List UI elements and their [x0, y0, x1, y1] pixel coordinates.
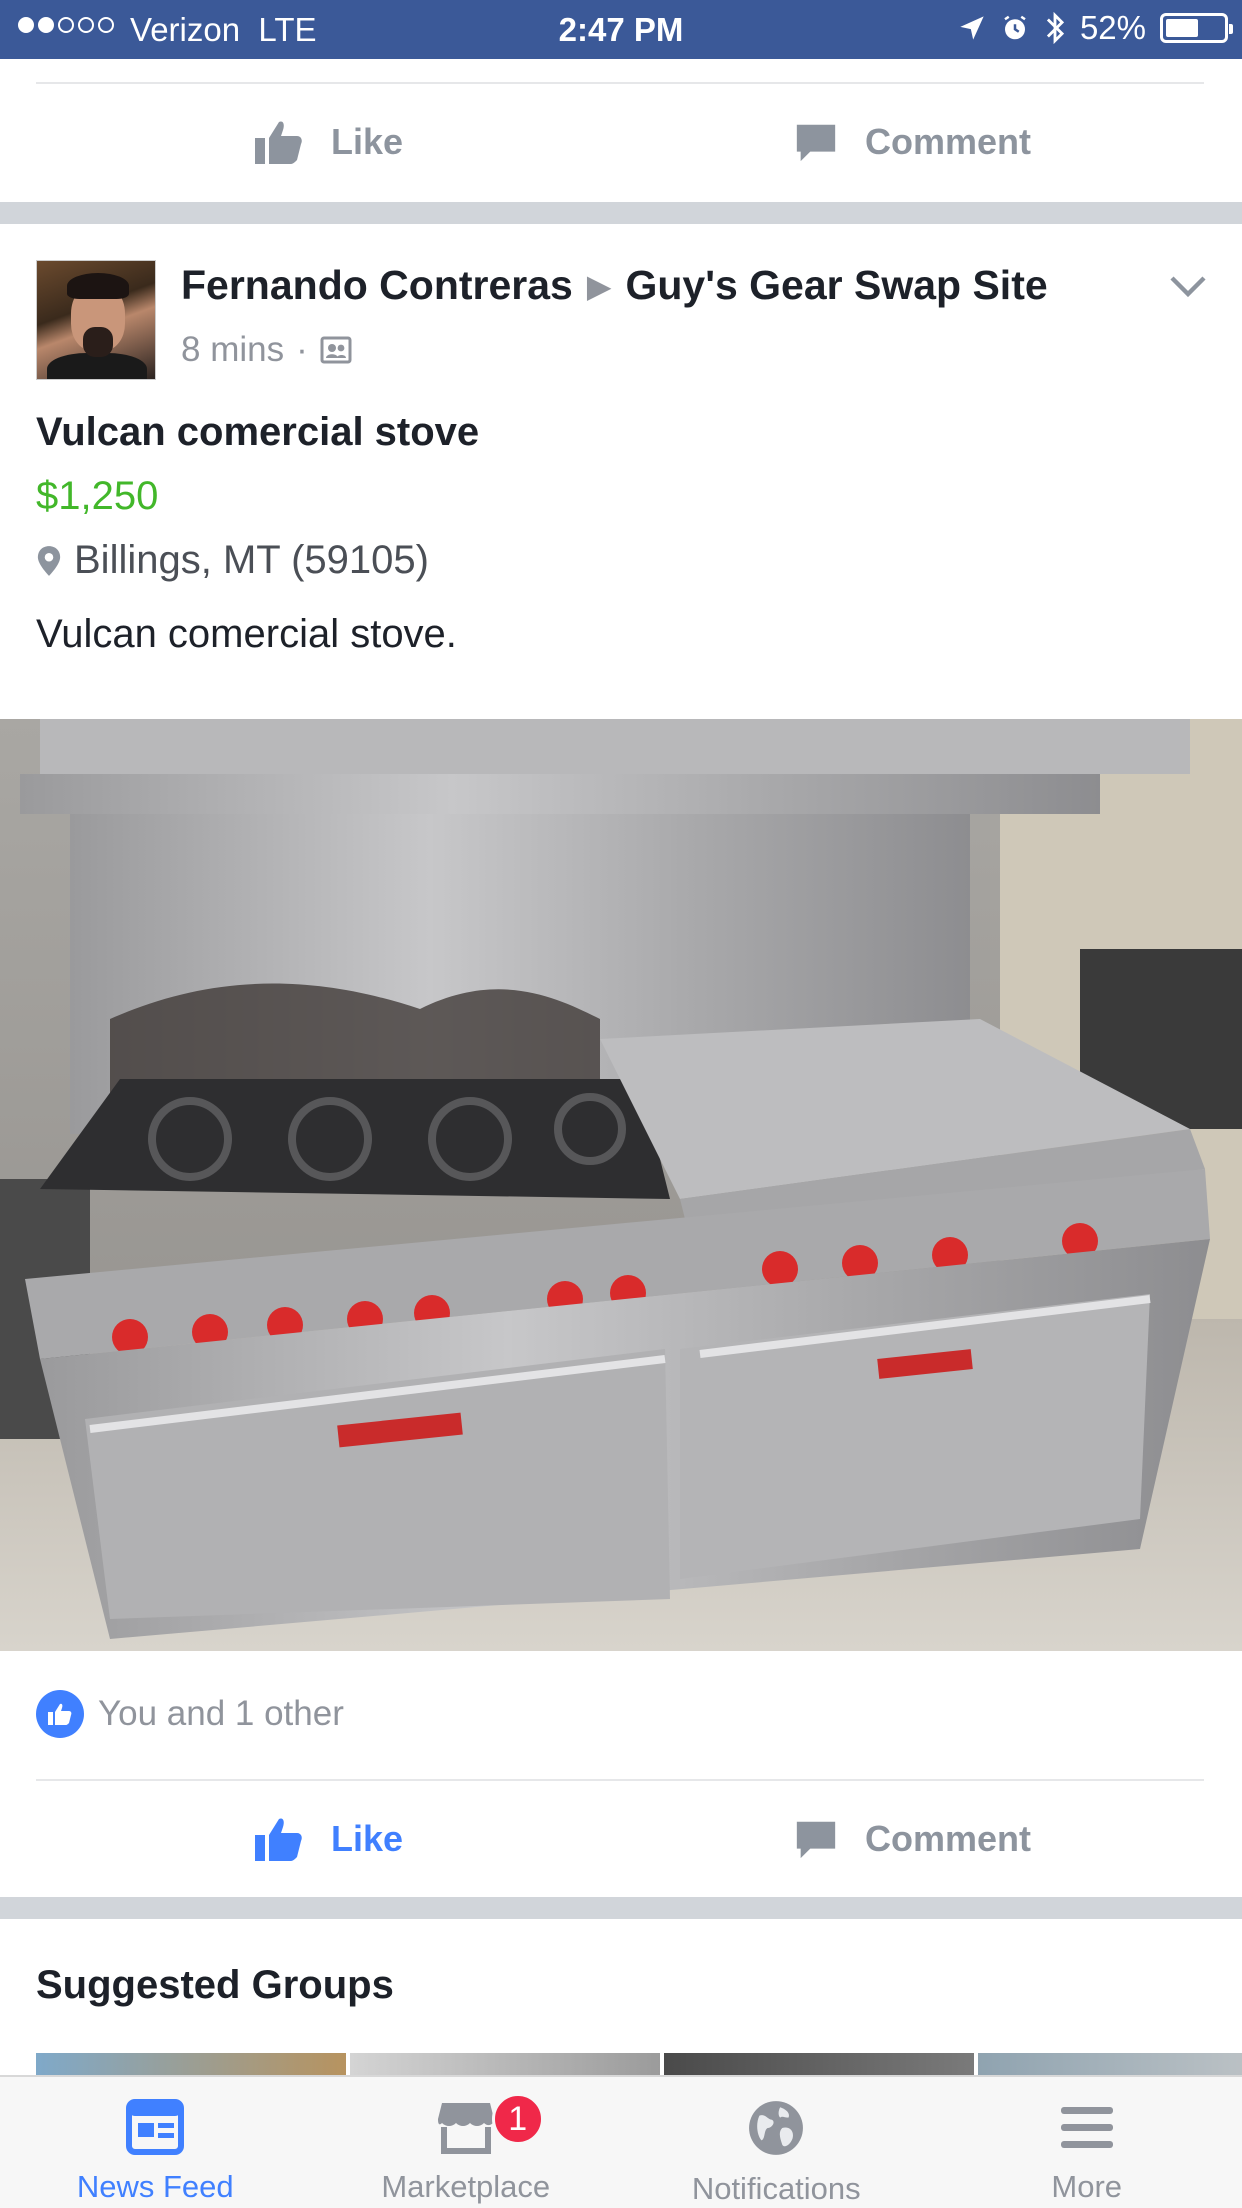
tab-more[interactable]: More [932, 2077, 1242, 2208]
thumbs-up-icon [254, 121, 302, 164]
triangle-right-icon: ▶ [586, 267, 612, 304]
author-name[interactable]: Fernando Contreras [181, 262, 573, 309]
listing-title: Vulcan comercial stove [36, 410, 480, 454]
group-audience-icon [320, 336, 352, 364]
comment-button[interactable]: Comment [620, 84, 1204, 200]
alarm-icon [1004, 15, 1026, 40]
globe-icon [749, 2101, 804, 2155]
reactions-text: You and 1 other [98, 1694, 344, 1733]
hamburger-menu-icon [1060, 2107, 1113, 2148]
news-feed-icon [126, 2099, 185, 2155]
listing-photo[interactable] [0, 719, 1242, 1651]
comment-button[interactable]: Comment [620, 1781, 1204, 1897]
post-author-line: Fernando Contreras ▶ Guy's Gear Swap Sit… [181, 262, 1048, 309]
stove-photo-illustration [0, 719, 1242, 1651]
like-button[interactable]: Like [36, 1781, 620, 1897]
tab-notifications[interactable]: Notifications [621, 2077, 932, 2208]
post-separator [0, 202, 1242, 224]
suggested-group-card[interactable] [350, 2053, 660, 2075]
post-actions: Like Comment [36, 1779, 1204, 1897]
suggested-group-card[interactable] [36, 2053, 346, 2075]
map-pin-icon [37, 545, 61, 576]
avatar[interactable] [36, 260, 156, 380]
like-button[interactable]: Like [36, 84, 620, 200]
comment-icon [796, 124, 836, 162]
chevron-down-icon[interactable] [1168, 274, 1208, 298]
suggested-groups-heading: Suggested Groups [36, 1963, 394, 2007]
reactions-summary[interactable]: You and 1 other [36, 1690, 344, 1738]
marketplace-icon [437, 2103, 494, 2154]
suggested-group-card[interactable] [978, 2053, 1242, 2075]
battery-percent: 52% [1079, 9, 1146, 46]
tab-news-feed[interactable]: News Feed [0, 2077, 311, 2208]
meta-separator: · [296, 330, 308, 369]
like-reaction-icon [36, 1690, 84, 1738]
listing-price: $1,250 [36, 474, 159, 518]
bluetooth-icon [1046, 11, 1065, 45]
battery-icon [1160, 13, 1233, 43]
marketplace-badge: 1 [491, 2093, 544, 2145]
post-meta: 8 mins · [181, 330, 352, 370]
section-separator [0, 1897, 1242, 1919]
thumbs-up-icon [254, 1818, 302, 1861]
group-name[interactable]: Guy's Gear Swap Site [625, 262, 1047, 309]
listing-description: Vulcan comercial stove. [36, 612, 457, 656]
listing-location[interactable]: Billings, MT (59105) [36, 538, 429, 583]
location-arrow-icon [960, 16, 984, 40]
suggested-group-card[interactable] [664, 2053, 974, 2075]
tab-marketplace[interactable]: 1 Marketplace [311, 2077, 622, 2208]
bottom-tab-bar: News Feed 1 Marketplace Notifications Mo… [0, 2075, 1242, 2208]
previous-post-actions: Like Comment [36, 82, 1204, 200]
status-bar: Verizon LTE 2:47 PM 52% [0, 0, 1242, 59]
post-timestamp[interactable]: 8 mins [181, 330, 284, 370]
comment-icon [796, 1821, 836, 1859]
suggested-groups-carousel[interactable] [36, 2053, 1242, 2075]
